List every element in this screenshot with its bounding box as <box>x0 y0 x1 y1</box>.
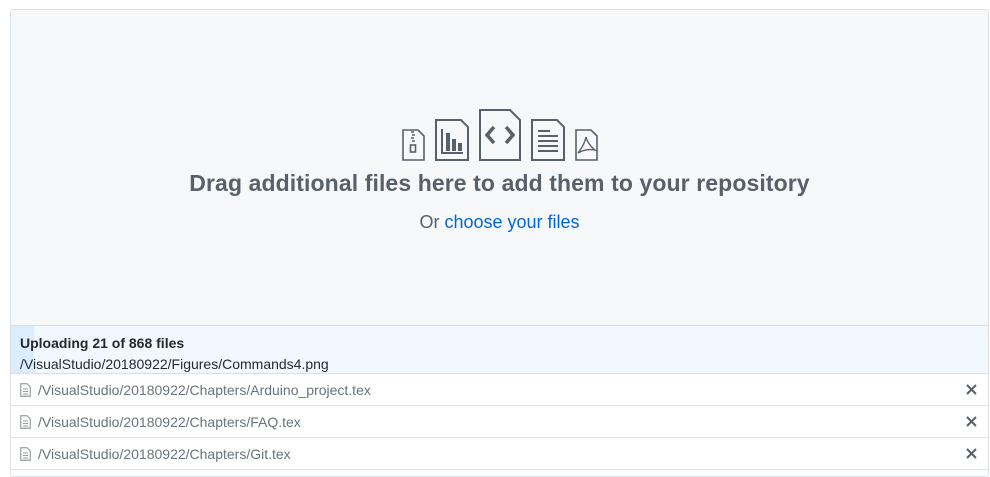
file-chart-icon <box>434 119 469 161</box>
choose-files-line: Or choose your files <box>11 212 988 233</box>
close-icon <box>965 416 977 427</box>
choose-files-link[interactable]: choose your files <box>444 212 579 232</box>
file-code-icon <box>478 109 521 161</box>
remove-file-button[interactable] <box>964 383 978 397</box>
upload-progress: Uploading 21 of 868 files /VisualStudio/… <box>11 325 988 374</box>
dropzone-title: Drag additional files here to add them t… <box>189 170 810 196</box>
file-dropzone[interactable]: Drag additional files here to add them t… <box>11 10 988 325</box>
file-row: /VisualStudio/20180922/Chapters/Git.tex <box>11 438 988 470</box>
file-icon <box>20 446 31 461</box>
file-icon <box>20 382 31 397</box>
file-text-icon <box>530 119 565 161</box>
close-icon <box>965 384 977 395</box>
file-zip-icon <box>401 129 425 161</box>
close-icon <box>965 448 977 459</box>
file-pdf-icon <box>574 129 598 161</box>
upload-current-file: /VisualStudio/20180922/Figures/Commands4… <box>20 356 329 372</box>
file-icon <box>20 414 31 429</box>
file-path: /VisualStudio/20180922/Chapters/FAQ.tex <box>38 413 301 430</box>
file-path: /VisualStudio/20180922/Chapters/Git.tex <box>38 445 291 462</box>
choose-prefix: Or <box>419 212 445 232</box>
file-row: /VisualStudio/20180922/Chapters/FAQ.tex <box>11 406 988 438</box>
upload-panel: Drag additional files here to add them t… <box>10 9 989 477</box>
remove-file-button[interactable] <box>964 415 978 429</box>
file-row: /VisualStudio/20180922/Chapters/Arduino_… <box>11 374 988 406</box>
file-path: /VisualStudio/20180922/Chapters/Arduino_… <box>38 381 371 398</box>
remove-file-button[interactable] <box>964 447 978 461</box>
file-type-icons <box>11 109 988 161</box>
upload-status: Uploading 21 of 868 files <box>20 335 185 351</box>
